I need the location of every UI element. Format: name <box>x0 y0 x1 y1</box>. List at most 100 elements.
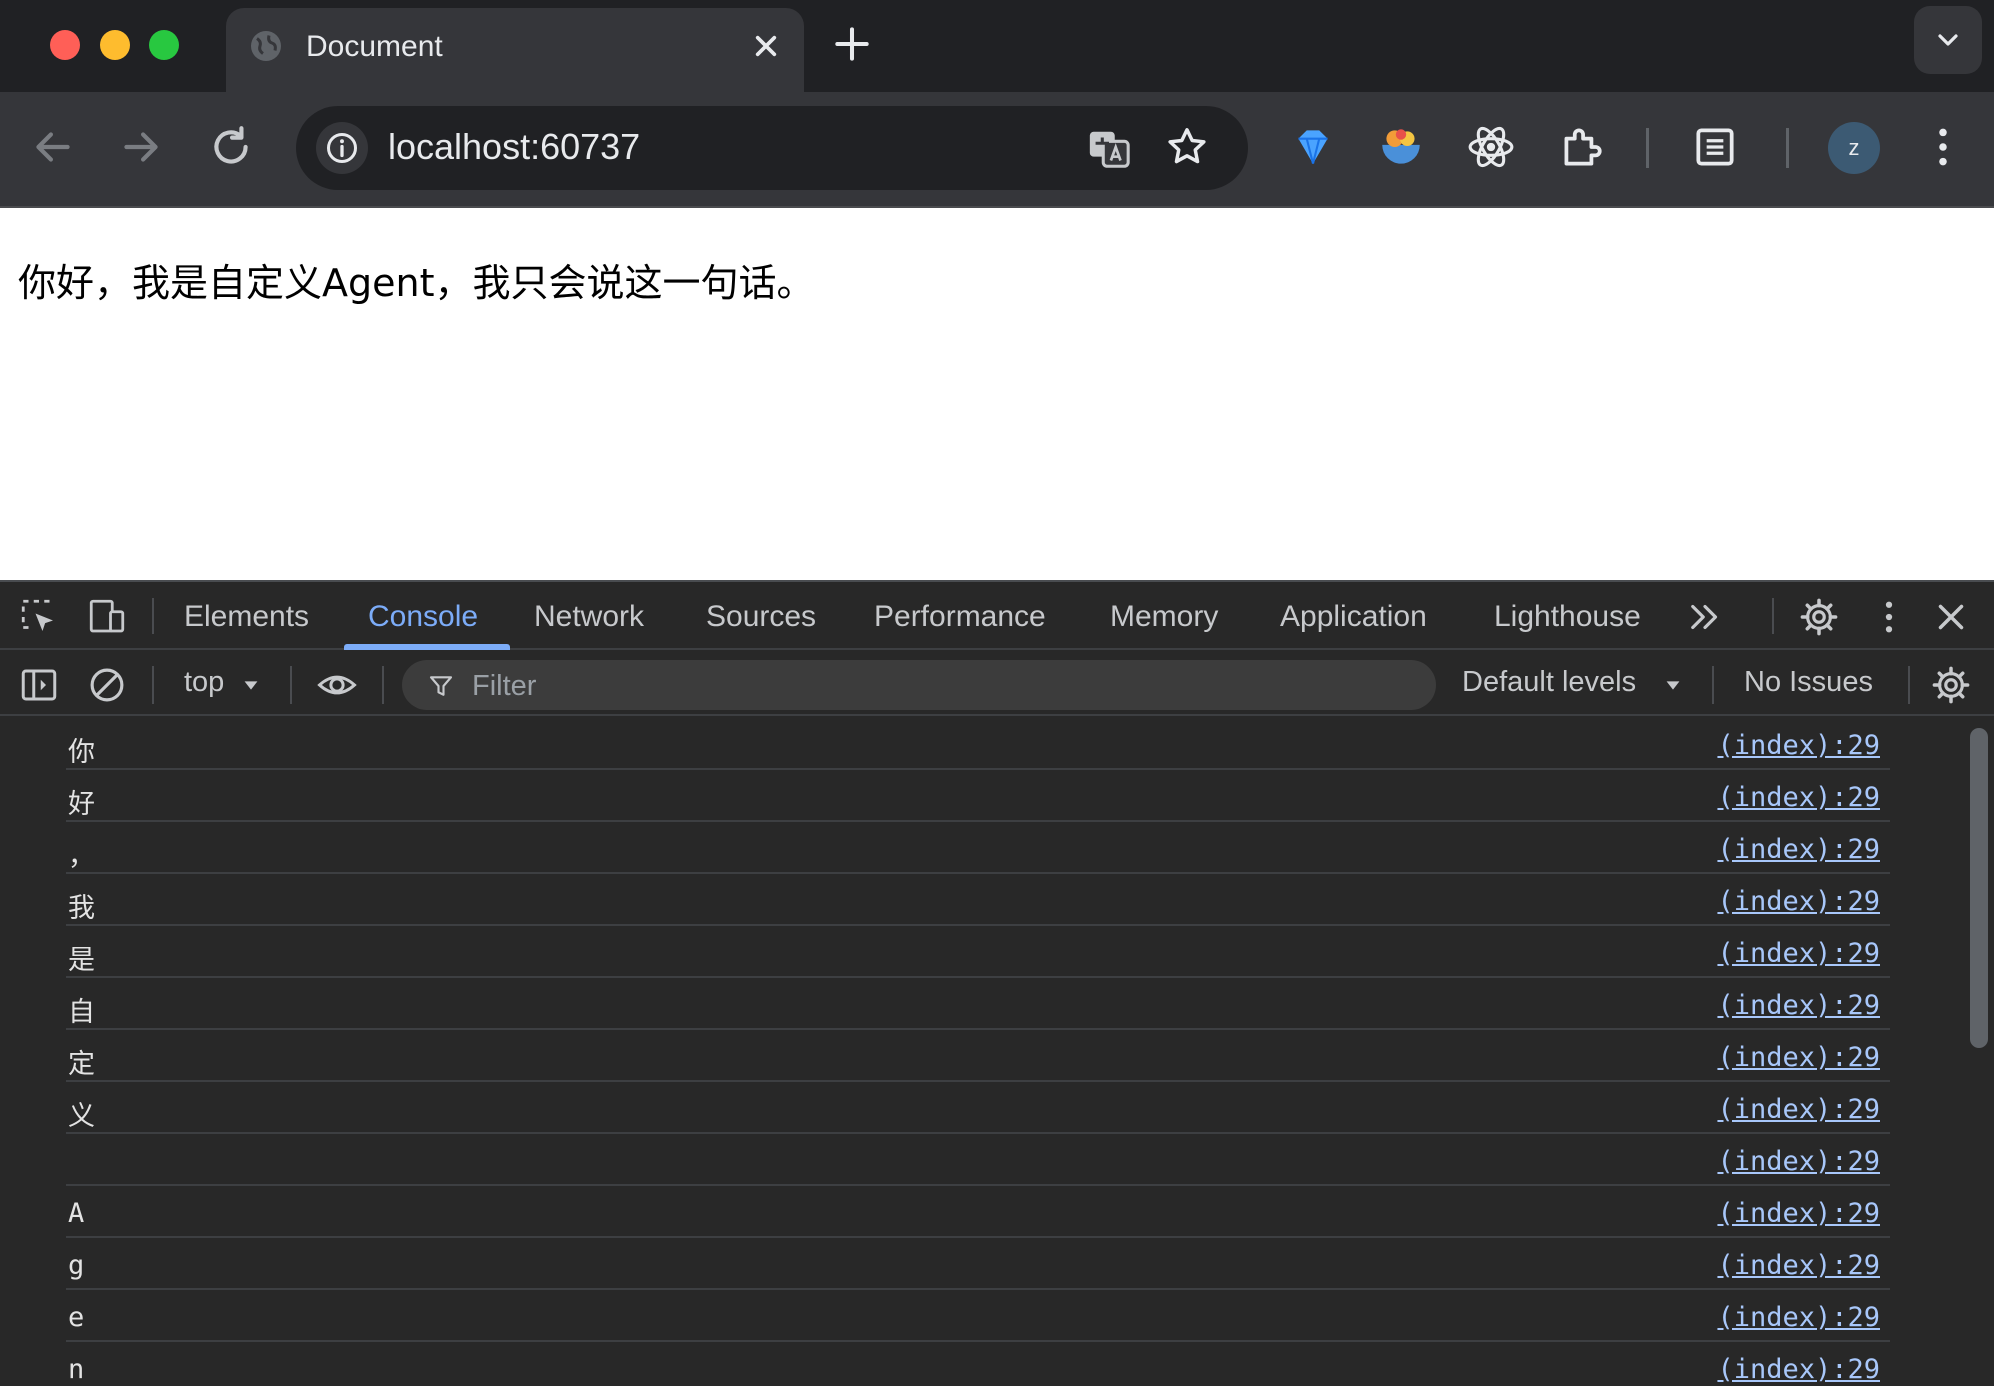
url-text[interactable]: localhost:60737 <box>388 126 640 168</box>
site-info-button[interactable] <box>316 122 368 174</box>
console-source-link[interactable]: (index):29 <box>1717 1354 1880 1385</box>
devtools-panel: Elements Console Network Sources Perform… <box>0 580 1994 1386</box>
console-message-row: g (index):29 <box>66 1238 1890 1290</box>
tab-title: Document <box>306 30 443 63</box>
console-source-link[interactable]: (index):29 <box>1717 730 1880 761</box>
close-window-button[interactable] <box>50 30 80 60</box>
back-icon[interactable] <box>28 122 78 172</box>
tab-performance[interactable]: Performance <box>874 600 1046 634</box>
console-source-link[interactable]: (index):29 <box>1717 1250 1880 1281</box>
browser-toolbar: localhost:60737 z <box>0 92 1994 208</box>
console-log-area[interactable]: 你 (index):29 好 (index):29 ， (index):29 我 (index… <box>0 718 1994 1386</box>
profile-avatar[interactable]: z <box>1828 122 1880 174</box>
tab-search-button[interactable] <box>1914 6 1982 74</box>
console-message-row: 我 (index):29 <box>66 874 1890 926</box>
console-message-text: 好 <box>68 789 95 820</box>
console-source-link[interactable]: (index):29 <box>1717 782 1880 813</box>
devtools-separator <box>1712 666 1714 704</box>
dropdown-arrow-icon <box>1666 681 1680 690</box>
tab-elements[interactable]: Elements <box>184 600 309 634</box>
clear-console-icon[interactable] <box>86 664 128 706</box>
reload-icon[interactable] <box>206 122 256 172</box>
minimize-window-button[interactable] <box>100 30 130 60</box>
console-message-text: 定 <box>68 1049 95 1080</box>
more-tabs-chevron-icon[interactable] <box>1684 596 1726 638</box>
tab-lighthouse[interactable]: Lighthouse <box>1494 600 1641 634</box>
console-message-text: 你 <box>68 737 95 768</box>
devtools-separator <box>1908 666 1910 704</box>
zoom-window-button[interactable] <box>149 30 179 60</box>
console-source-link[interactable]: (index):29 <box>1717 1198 1880 1229</box>
react-devtools-icon[interactable] <box>1466 122 1516 172</box>
tab-console[interactable]: Console <box>368 600 478 634</box>
console-source-link[interactable]: (index):29 <box>1717 1094 1880 1125</box>
console-settings-gear-icon[interactable] <box>1930 664 1972 706</box>
devtools-menu-icon[interactable] <box>1868 596 1910 638</box>
console-message-text: 自 <box>68 997 95 1028</box>
web-page-content: 你好，我是自定义Agent，我只会说这一句话。 <box>0 208 1994 580</box>
tab-network[interactable]: Network <box>534 600 644 634</box>
close-tab-icon[interactable] <box>746 26 786 66</box>
console-source-link[interactable]: (index):29 <box>1717 1042 1880 1073</box>
new-tab-icon[interactable] <box>830 22 874 66</box>
info-icon <box>327 133 357 163</box>
console-message-text: n <box>68 1354 85 1385</box>
context-label: top <box>184 666 225 698</box>
active-tab-indicator <box>344 644 510 650</box>
console-source-link[interactable]: (index):29 <box>1717 938 1880 969</box>
translate-icon[interactable] <box>1086 126 1132 172</box>
console-scrollbar[interactable] <box>1962 718 1994 1386</box>
address-bar[interactable]: localhost:60737 <box>296 106 1248 190</box>
devtools-separator <box>152 598 154 634</box>
console-message-row: 你 (index):29 <box>66 718 1890 770</box>
bookmark-star-icon[interactable] <box>1164 124 1210 170</box>
live-expression-eye-icon[interactable] <box>316 664 358 706</box>
chevron-down-icon <box>1938 34 1958 46</box>
console-message-row: e (index):29 <box>66 1290 1890 1342</box>
extensions-puzzle-icon[interactable] <box>1556 122 1606 172</box>
filter-placeholder: Filter <box>472 670 537 702</box>
console-message-row: 好 (index):29 <box>66 770 1890 822</box>
scrollbar-thumb[interactable] <box>1970 728 1988 1048</box>
toolbar-separator <box>1646 128 1649 168</box>
tab-application[interactable]: Application <box>1280 600 1427 634</box>
console-message-text: 义 <box>68 1101 95 1132</box>
devtools-separator <box>152 666 154 704</box>
tab-memory[interactable]: Memory <box>1110 600 1218 634</box>
levels-label: Default levels <box>1462 666 1637 698</box>
console-message-text: 我 <box>68 893 95 924</box>
issues-counter[interactable]: No Issues <box>1744 666 1873 699</box>
console-message-row: 自 (index):29 <box>66 978 1890 1030</box>
console-source-link[interactable]: (index):29 <box>1717 1146 1880 1177</box>
console-message-row: ， (index):29 <box>66 822 1890 874</box>
console-message-row: n (index):29 <box>66 1342 1890 1386</box>
console-source-link[interactable]: (index):29 <box>1717 834 1880 865</box>
dropdown-arrow-icon <box>244 681 258 690</box>
device-toolbar-icon[interactable] <box>86 596 128 638</box>
console-source-link[interactable]: (index):29 <box>1717 1302 1880 1333</box>
extension-diamond-icon[interactable] <box>1288 122 1338 172</box>
tab-strip: Document <box>0 0 1994 92</box>
console-message-text: g <box>68 1250 85 1281</box>
toolbar-separator <box>1786 128 1789 168</box>
extension-bowl-icon[interactable] <box>1376 122 1426 172</box>
console-filter-input[interactable]: Filter <box>402 660 1436 710</box>
kebab-menu-icon[interactable] <box>1918 122 1968 172</box>
sidebar-toggle-icon[interactable] <box>18 664 60 706</box>
reading-list-icon[interactable] <box>1690 122 1740 172</box>
devtools-settings-gear-icon[interactable] <box>1798 596 1840 638</box>
console-message-text: A <box>68 1198 85 1229</box>
console-message-row: 定 (index):29 <box>66 1030 1890 1082</box>
inspect-element-icon[interactable] <box>18 596 60 638</box>
console-source-link[interactable]: (index):29 <box>1717 990 1880 1021</box>
forward-icon[interactable] <box>116 122 166 172</box>
console-source-link[interactable]: (index):29 <box>1717 886 1880 917</box>
browser-tab[interactable]: Document <box>226 8 804 92</box>
devtools-tab-bar: Elements Console Network Sources Perform… <box>0 582 1994 650</box>
console-message-text: 是 <box>68 945 95 976</box>
globe-icon <box>251 31 281 61</box>
devtools-separator <box>290 666 292 704</box>
console-message-row: 义 (index):29 <box>66 1082 1890 1134</box>
close-devtools-icon[interactable] <box>1930 596 1972 638</box>
tab-sources[interactable]: Sources <box>706 600 816 634</box>
